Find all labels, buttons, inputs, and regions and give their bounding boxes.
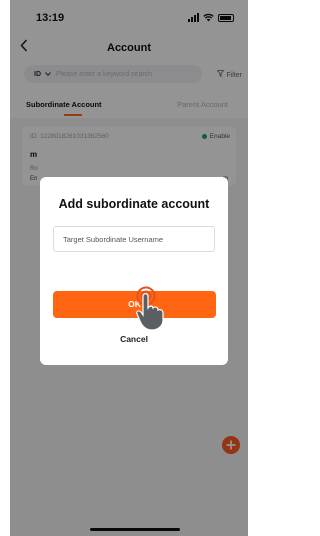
target-username-input[interactable] — [53, 226, 215, 252]
add-subordinate-dialog: Add subordinate account OK Cancel — [40, 177, 228, 365]
cancel-button[interactable]: Cancel — [40, 334, 228, 344]
dialog-title: Add subordinate account — [58, 197, 210, 211]
phone-screen: 13:19 Account ID Please enter a keyword … — [10, 0, 248, 536]
tap-hand-icon — [136, 286, 164, 331]
